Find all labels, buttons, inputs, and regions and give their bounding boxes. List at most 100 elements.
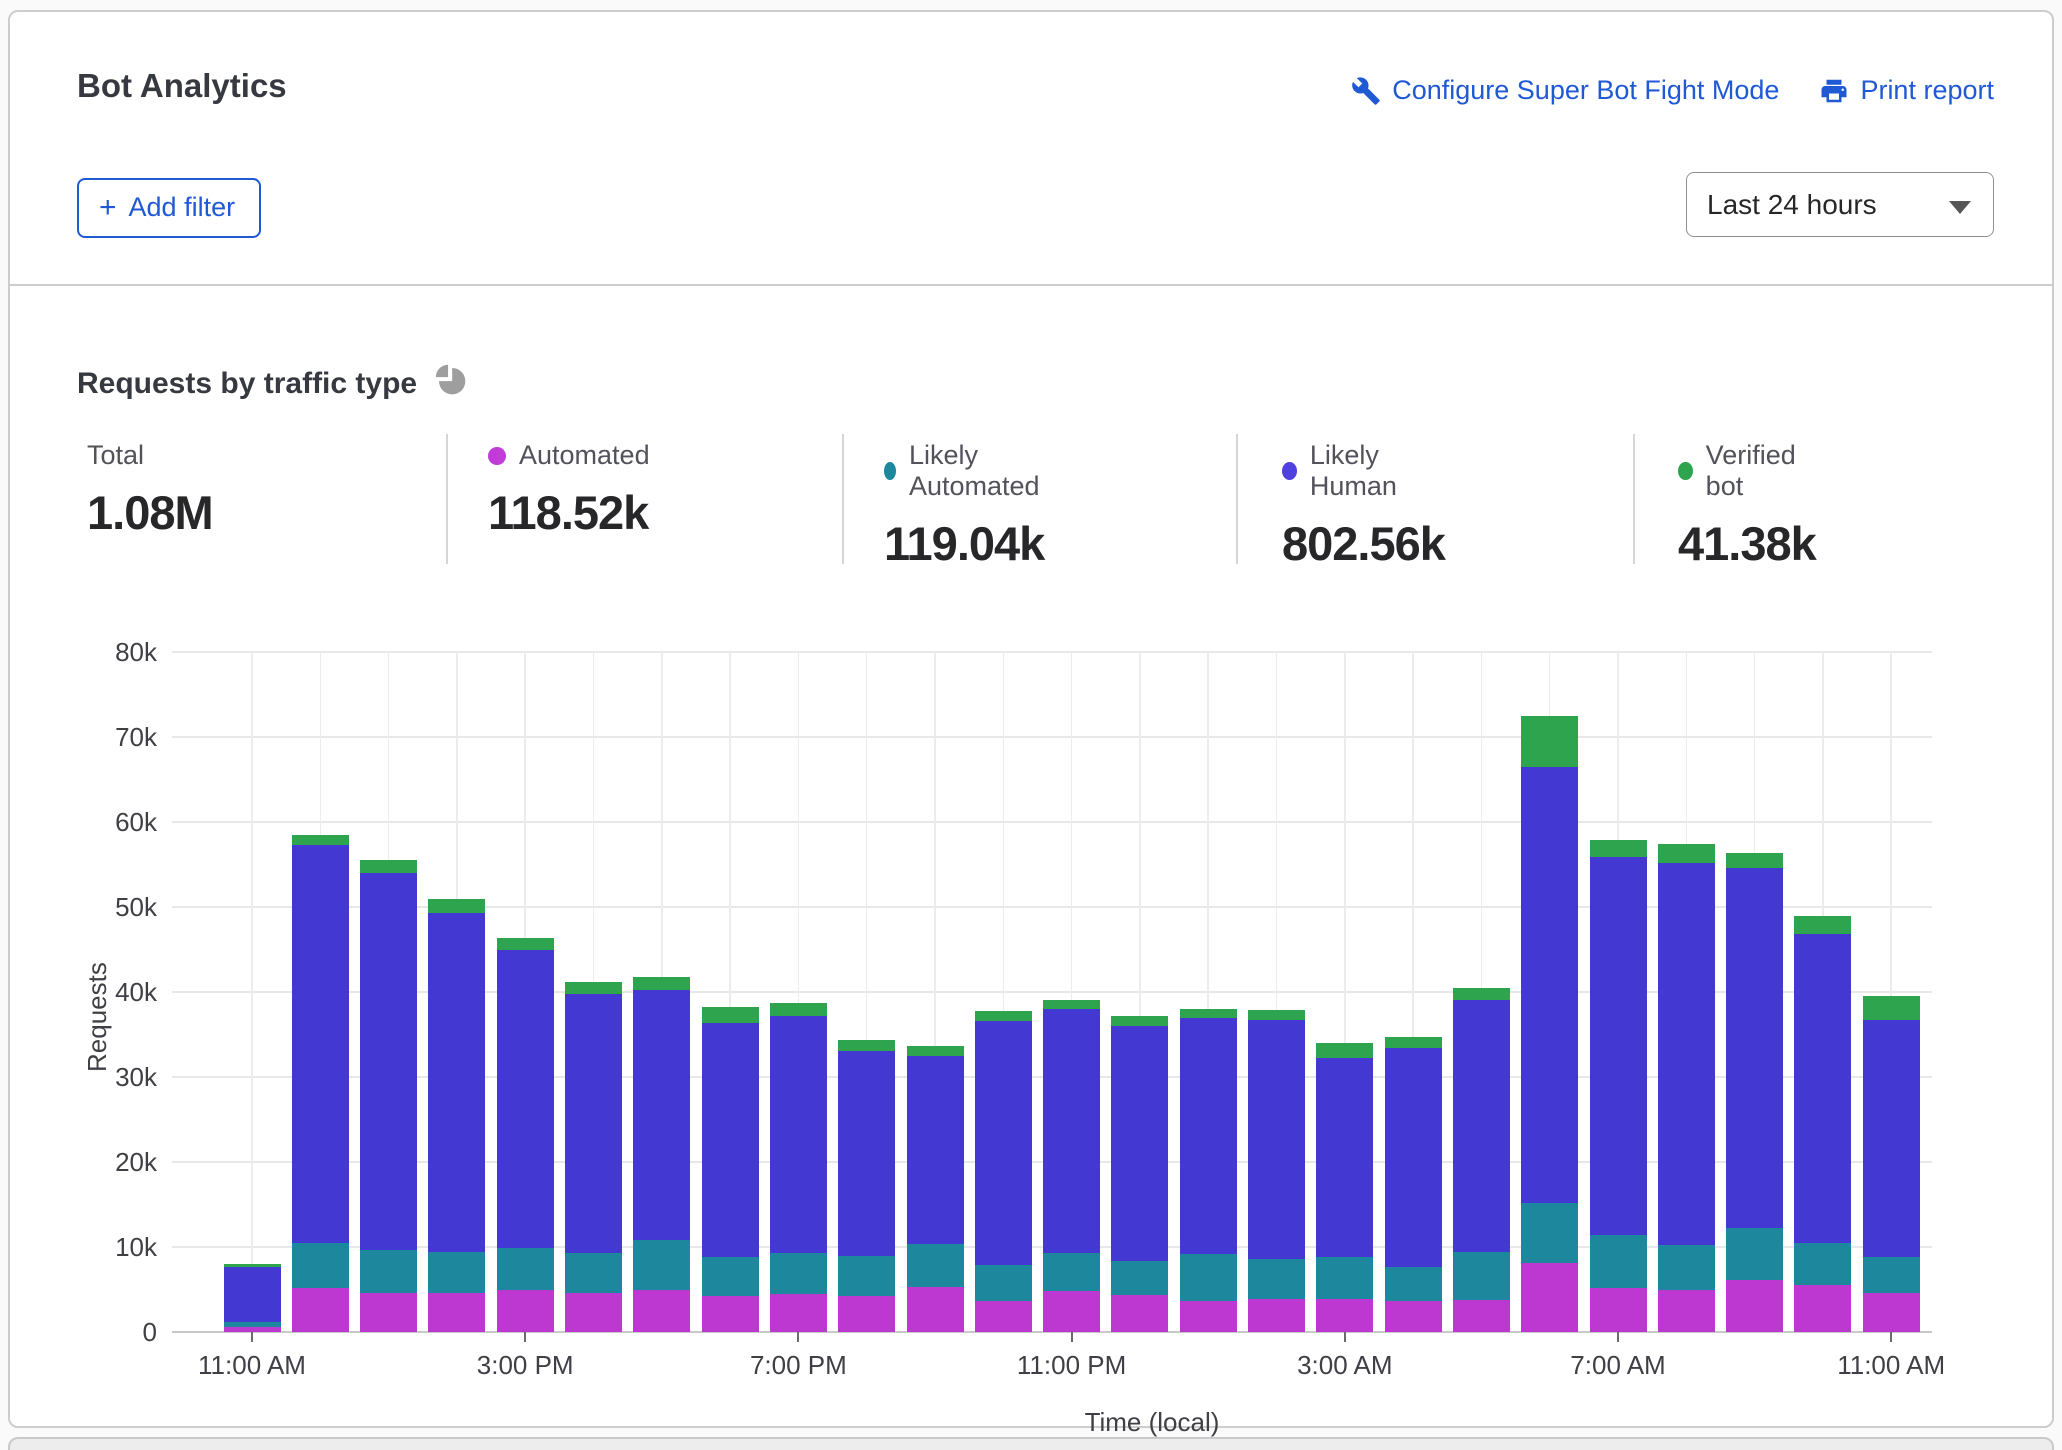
- stat-label: Verified bot: [1678, 440, 1816, 502]
- bar-segment-likely-human: [1043, 1009, 1100, 1253]
- bar-segment-likely-human: [224, 1267, 281, 1321]
- bar-segment-likely-automated: [1180, 1254, 1237, 1301]
- bar-segment-likely-human: [1180, 1018, 1237, 1253]
- bar-segment-likely-automated: [565, 1253, 622, 1293]
- print-report-link[interactable]: Print report: [1819, 75, 1994, 106]
- bar-segment-automated: [770, 1294, 827, 1332]
- bar-segment-verified-bot: [1794, 916, 1851, 935]
- bar-12-00-pm[interactable]: [292, 835, 349, 1332]
- configure-super-bot-fight-mode-link[interactable]: Configure Super Bot Fight Mode: [1351, 75, 1779, 106]
- bar-segment-likely-human: [633, 990, 690, 1240]
- bar-segment-likely-human: [1248, 1020, 1305, 1259]
- bar-segment-likely-human: [1794, 934, 1851, 1243]
- bar-segment-likely-automated: [360, 1250, 417, 1293]
- bar-segment-likely-human: [770, 1016, 827, 1253]
- stat-likely-automated: Likely Automated 119.04k: [884, 440, 1046, 571]
- bar-segment-verified-bot: [1863, 996, 1920, 1020]
- bar-segment-likely-human: [360, 873, 417, 1250]
- add-filter-label: Add filter: [129, 192, 236, 223]
- bar-segment-likely-human: [975, 1021, 1032, 1265]
- bar-segment-likely-automated: [975, 1265, 1032, 1302]
- bar-segment-automated: [565, 1293, 622, 1332]
- bar-12-00-am[interactable]: [1111, 1016, 1168, 1332]
- bar-11-00-pm[interactable]: [1043, 1000, 1100, 1332]
- y-tick-label: 0: [62, 1317, 157, 1348]
- x-tick-label: 11:00 AM: [1791, 1350, 1991, 1381]
- print-link-label: Print report: [1860, 75, 1994, 106]
- bar-segment-likely-automated: [633, 1240, 690, 1289]
- bar-segment-automated: [702, 1296, 759, 1332]
- x-tick-mark: [251, 1332, 253, 1342]
- bar-11-00-am[interactable]: [224, 1264, 281, 1332]
- bar-segment-likely-human: [1316, 1058, 1373, 1257]
- stat-total: Total1.08M: [87, 440, 213, 540]
- bar-3-00-pm[interactable]: [497, 938, 554, 1332]
- wrench-icon: [1351, 76, 1381, 106]
- bar-segment-verified-bot: [1590, 840, 1647, 857]
- add-filter-button[interactable]: + Add filter: [77, 178, 261, 238]
- bar-9-00-pm[interactable]: [907, 1046, 964, 1332]
- bar-segment-verified-bot: [360, 860, 417, 873]
- bar-8-00-pm[interactable]: [838, 1040, 895, 1332]
- y-tick-label: 80k: [62, 637, 157, 668]
- bar-segment-likely-automated: [1863, 1257, 1920, 1293]
- x-axis-title: Time (local): [952, 1407, 1352, 1438]
- bar-segment-verified-bot: [1180, 1009, 1237, 1018]
- y-axis-title: Requests: [82, 917, 118, 1117]
- stat-label-text: Verified bot: [1706, 440, 1816, 502]
- stat-divider: [1633, 434, 1635, 564]
- bar-segment-automated: [1453, 1300, 1510, 1332]
- bar-segment-automated: [1726, 1280, 1783, 1332]
- bar-7-00-am[interactable]: [1590, 840, 1647, 1332]
- bar-segment-verified-bot: [1726, 853, 1783, 868]
- bar-segment-likely-human: [702, 1023, 759, 1258]
- bar-2-00-am[interactable]: [1248, 1010, 1305, 1332]
- bar-6-00-am[interactable]: [1521, 716, 1578, 1332]
- bar-1-00-pm[interactable]: [360, 860, 417, 1332]
- bar-5-00-am[interactable]: [1453, 988, 1510, 1332]
- bar-segment-likely-human: [1590, 857, 1647, 1235]
- gridline-v: [251, 652, 253, 1332]
- stat-value: 41.38k: [1678, 516, 1816, 571]
- bar-segment-likely-human: [292, 845, 349, 1243]
- page-title: Bot Analytics: [77, 67, 287, 105]
- bar-3-00-am[interactable]: [1316, 1043, 1373, 1332]
- bar-8-00-am[interactable]: [1658, 844, 1715, 1332]
- bar-4-00-am[interactable]: [1385, 1037, 1442, 1332]
- gridline-h: [172, 651, 1932, 653]
- bar-segment-likely-human: [428, 913, 485, 1252]
- bar-10-00-pm[interactable]: [975, 1011, 1032, 1332]
- bar-11-00-am[interactable]: [1863, 996, 1920, 1332]
- bar-10-00-am[interactable]: [1794, 916, 1851, 1333]
- stat-verified-bot: Verified bot 41.38k: [1678, 440, 1816, 571]
- bar-5-00-pm[interactable]: [633, 977, 690, 1332]
- time-range-dropdown[interactable]: Last 24 hours: [1686, 172, 1994, 237]
- bar-segment-likely-automated: [1316, 1257, 1373, 1299]
- y-tick-label: 60k: [62, 807, 157, 838]
- bar-segment-likely-automated: [1726, 1228, 1783, 1280]
- bar-6-00-pm[interactable]: [702, 1007, 759, 1332]
- bar-segment-likely-automated: [1111, 1261, 1168, 1295]
- next-card-edge: [8, 1437, 2054, 1450]
- x-tick-mark: [1617, 1332, 1619, 1342]
- bar-4-00-pm[interactable]: [565, 982, 622, 1332]
- x-tick-mark: [1344, 1332, 1346, 1342]
- bar-segment-verified-bot: [1385, 1037, 1442, 1048]
- bar-segment-likely-automated: [702, 1257, 759, 1296]
- bar-segment-likely-automated: [1794, 1243, 1851, 1285]
- bar-1-00-am[interactable]: [1180, 1009, 1237, 1332]
- bar-segment-likely-human: [1385, 1048, 1442, 1267]
- bar-segment-likely-automated: [770, 1253, 827, 1294]
- bar-7-00-pm[interactable]: [770, 1003, 827, 1332]
- bar-segment-likely-automated: [1248, 1259, 1305, 1299]
- bot-analytics-card: Bot Analytics Configure Super Bot Fight …: [8, 10, 2054, 1428]
- bar-9-00-am[interactable]: [1726, 853, 1783, 1332]
- stat-label-text: Likely Automated: [909, 440, 1046, 502]
- section-title-text: Requests by traffic type: [77, 367, 417, 401]
- x-tick-mark: [797, 1332, 799, 1342]
- bar-segment-likely-automated: [1521, 1203, 1578, 1263]
- stat-value: 119.04k: [884, 516, 1046, 571]
- bar-segment-automated: [428, 1293, 485, 1332]
- stat-label-text: Total: [87, 440, 144, 471]
- bar-2-00-pm[interactable]: [428, 899, 485, 1333]
